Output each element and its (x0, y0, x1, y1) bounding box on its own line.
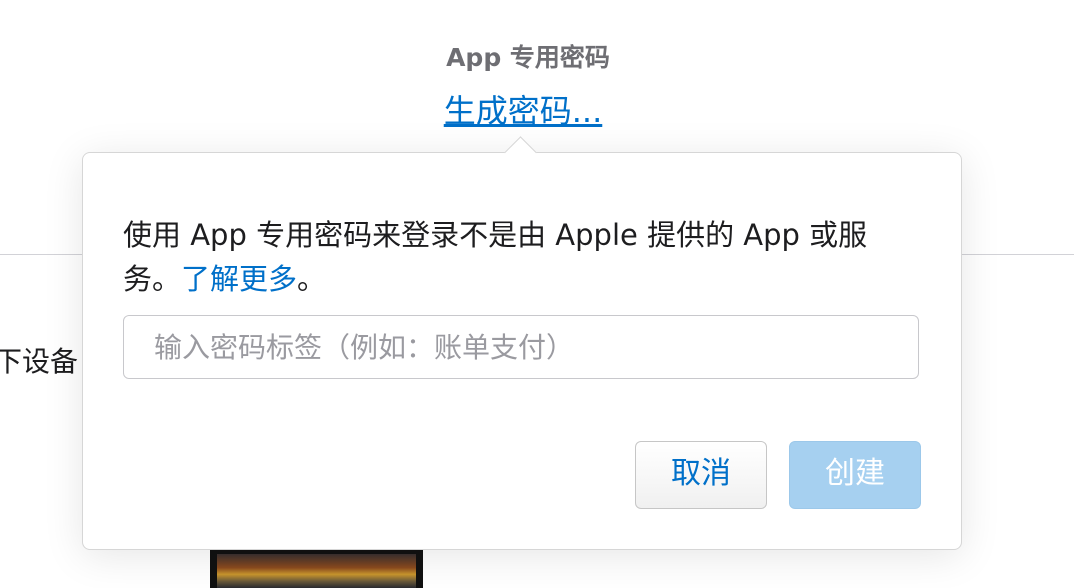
device-thumbnail[interactable] (210, 548, 423, 588)
section-divider-right (962, 254, 1074, 255)
generate-password-container: 生成密码... (0, 86, 1046, 132)
devices-heading: 下设备 (0, 345, 79, 378)
cancel-button[interactable]: 取消 (635, 441, 767, 509)
device-screen-image (217, 554, 416, 588)
create-password-popover: 使用 App 专用密码来登录不是由 Apple 提供的 App 或服务。了解更多… (82, 136, 962, 550)
password-label-input[interactable] (123, 315, 919, 379)
generate-password-link[interactable]: 生成密码... (444, 92, 603, 130)
app-specific-passwords-title: App 专用密码 (446, 43, 610, 72)
popover-arrow (504, 136, 537, 169)
create-button[interactable]: 创建 (789, 441, 921, 509)
description-end: 。 (297, 262, 327, 296)
learn-more-link[interactable]: 了解更多 (181, 262, 297, 296)
section-divider-left (0, 254, 82, 255)
popover-description: 使用 App 专用密码来登录不是由 Apple 提供的 App 或服务。了解更多… (123, 213, 923, 301)
